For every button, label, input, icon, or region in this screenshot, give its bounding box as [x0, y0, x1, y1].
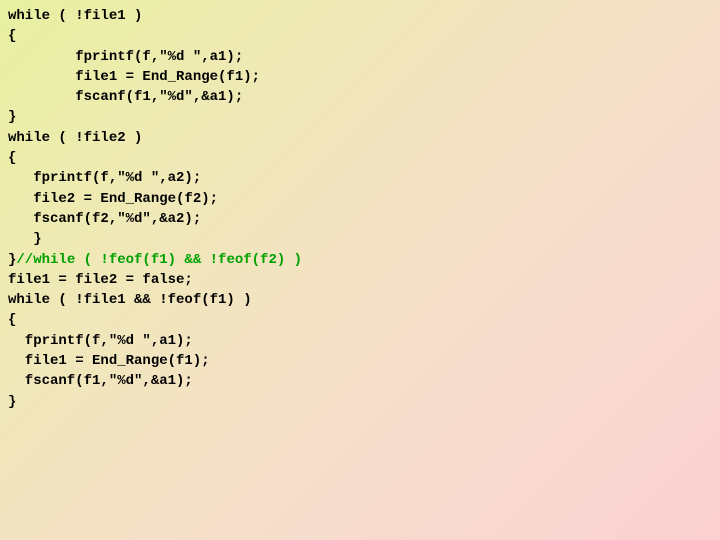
code-line: file2 = End_Range(f2);: [8, 189, 712, 209]
code-line: }: [8, 392, 712, 412]
code-line: while ( !file1 ): [8, 6, 712, 26]
code-line: fscanf(f1,"%d",&a1);: [8, 371, 712, 391]
code-line: {: [8, 310, 712, 330]
code-line: {: [8, 148, 712, 168]
code-line: while ( !file1 && !feof(f1) ): [8, 290, 712, 310]
code-line: fprintf(f,"%d ",a1);: [8, 331, 712, 351]
code-line: fprintf(f,"%d ",a2);: [8, 168, 712, 188]
code-line: file1 = End_Range(f1);: [8, 351, 712, 371]
code-line: }//while ( !feof(f1) && !feof(f2) ): [8, 250, 712, 270]
code-line: fscanf(f1,"%d",&a1);: [8, 87, 712, 107]
code-line: file1 = End_Range(f1);: [8, 67, 712, 87]
code-block: while ( !file1 ){ fprintf(f,"%d ",a1); f…: [8, 6, 712, 412]
code-line: while ( !file2 ): [8, 128, 712, 148]
code-line: file1 = file2 = false;: [8, 270, 712, 290]
code-line: fprintf(f,"%d ",a1);: [8, 47, 712, 67]
code-line: fscanf(f2,"%d",&a2);: [8, 209, 712, 229]
code-line: }: [8, 229, 712, 249]
code-line: }: [8, 107, 712, 127]
code-line: {: [8, 26, 712, 46]
code-comment: //while ( !feof(f1) && !feof(f2) ): [16, 252, 302, 268]
